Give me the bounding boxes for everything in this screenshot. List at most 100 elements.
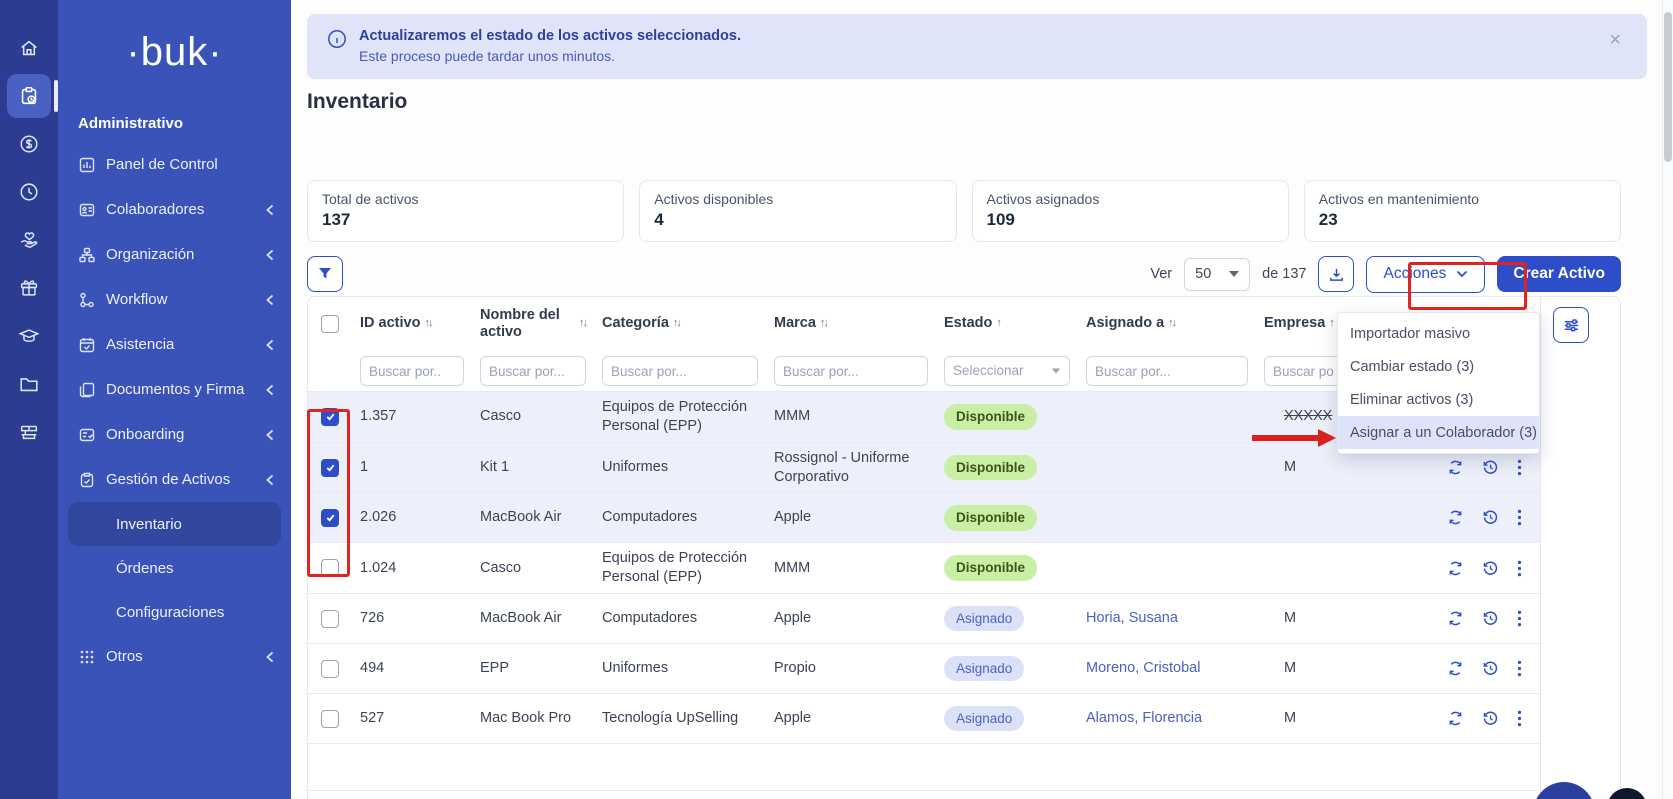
sort-icon[interactable]: ↑↓	[820, 317, 827, 330]
filter-marca-input[interactable]	[774, 356, 928, 386]
history-icon[interactable]	[1482, 509, 1499, 526]
history-icon[interactable]	[1482, 560, 1499, 577]
row-checkbox[interactable]	[321, 710, 339, 728]
table-row-partial	[308, 743, 1540, 791]
menu-item-importador-masivo[interactable]: Importador masivo	[1338, 317, 1539, 350]
sidebar-subitem-label: Órdenes	[116, 560, 174, 577]
download-button[interactable]	[1318, 256, 1354, 292]
col-header-marca[interactable]: Marca↑↓	[766, 315, 936, 332]
kebab-menu-icon[interactable]	[1517, 509, 1522, 526]
crear-activo-button[interactable]: Crear Activo	[1497, 256, 1621, 292]
sort-icon[interactable]: ↑↓	[673, 317, 680, 330]
acciones-button[interactable]: Acciones	[1366, 256, 1485, 293]
filter-nombre-input[interactable]	[480, 356, 586, 386]
filter-id-input[interactable]	[360, 356, 464, 386]
rail-item-culture[interactable]	[7, 266, 51, 310]
sidebar-subitem-configuraciones[interactable]: Configuraciones	[68, 590, 281, 634]
row-checkbox[interactable]	[321, 459, 339, 477]
col-header-categoria[interactable]: Categoría↑↓	[594, 315, 766, 332]
sort-icon[interactable]: ↑↓	[424, 317, 431, 330]
sidebar-subitem-ordenes[interactable]: Órdenes	[68, 546, 281, 590]
menu-item-asignar-colaborador[interactable]: Asignar a un Colaborador (3)	[1338, 416, 1539, 449]
rail-item-time[interactable]	[7, 170, 51, 214]
swap-refresh-icon[interactable]	[1447, 459, 1464, 476]
select-all-checkbox[interactable]	[321, 315, 339, 333]
swap-refresh-icon[interactable]	[1447, 660, 1464, 677]
rail-item-assets[interactable]	[7, 74, 51, 118]
sidebar-item-gestion-de-activos[interactable]: Gestión de Activos	[58, 457, 291, 502]
col-header-asignado[interactable]: Asignado a↑↓	[1078, 315, 1256, 332]
chevron-left-icon	[265, 429, 275, 441]
sidebar-item-label: Documentos y Firma	[106, 381, 265, 398]
rail-item-files[interactable]	[7, 362, 51, 406]
sidebar-subitem-inventario[interactable]: Inventario	[68, 502, 281, 546]
scrollbar-thumb[interactable]	[1664, 12, 1672, 162]
kebab-menu-icon[interactable]	[1517, 560, 1522, 577]
kebab-menu-icon[interactable]	[1517, 459, 1522, 476]
history-icon[interactable]	[1482, 660, 1499, 677]
sidebar-item-label: Gestión de Activos	[106, 471, 265, 488]
rail-item-marketplace[interactable]	[7, 410, 51, 454]
sidebar-subitem-label: Inventario	[116, 516, 182, 533]
page-size-select[interactable]: 50	[1184, 258, 1250, 291]
assignee-link[interactable]: Horia, Susana	[1086, 610, 1178, 626]
swap-refresh-icon[interactable]	[1447, 509, 1464, 526]
chevron-left-icon	[265, 294, 275, 306]
chevron-left-icon	[265, 204, 275, 216]
icon-rail	[0, 0, 58, 799]
table-row: 494 EPP Uniformes Propio Asignado Moreno…	[308, 643, 1540, 693]
row-checkbox[interactable]	[321, 610, 339, 628]
rail-item-home[interactable]	[7, 26, 51, 70]
sidebar-item-organizacion[interactable]: Organización	[58, 232, 291, 277]
kebab-menu-icon[interactable]	[1517, 610, 1522, 627]
sort-asc-icon[interactable]: ↑	[996, 317, 1000, 330]
rail-item-benefits[interactable]	[7, 218, 51, 262]
sidebar-item-asistencia[interactable]: Asistencia	[58, 322, 291, 367]
sidebar-item-panel-de-control[interactable]: Panel de Control	[58, 142, 291, 187]
sidebar-item-colaboradores[interactable]: Colaboradores	[58, 187, 291, 232]
row-checkbox[interactable]	[321, 660, 339, 678]
history-icon[interactable]	[1482, 610, 1499, 627]
close-icon[interactable]: ×	[1601, 26, 1629, 54]
sidebar-item-otros[interactable]: Otros	[58, 634, 291, 679]
filter-estado-select[interactable]: Seleccionar	[944, 356, 1070, 386]
swap-refresh-icon[interactable]	[1447, 560, 1464, 577]
cell-categoria: Tecnología UpSelling	[594, 703, 766, 734]
sort-icon[interactable]: ↑↓	[1168, 317, 1175, 330]
swap-refresh-icon[interactable]	[1447, 710, 1464, 727]
sort-icon[interactable]: ↑↓	[579, 317, 586, 330]
assignee-link[interactable]: Alamos, Florencia	[1086, 710, 1202, 726]
history-icon[interactable]	[1482, 459, 1499, 476]
stat-card-mantenimiento: Activos en mantenimiento 23	[1304, 180, 1621, 242]
filter-asignado-input[interactable]	[1086, 356, 1248, 386]
row-checkbox[interactable]	[321, 559, 339, 577]
sort-icon[interactable]: ↑	[1329, 317, 1333, 330]
menu-item-eliminar-activos[interactable]: Eliminar activos (3)	[1338, 383, 1539, 416]
swap-refresh-icon[interactable]	[1447, 610, 1464, 627]
assignee-link[interactable]: Moreno, Cristobal	[1086, 660, 1200, 676]
calendar-check-icon	[78, 336, 96, 354]
table-side-panel	[1540, 297, 1620, 799]
filter-button[interactable]	[307, 256, 343, 292]
sidebar-item-onboarding[interactable]: Onboarding	[58, 412, 291, 457]
history-icon[interactable]	[1482, 710, 1499, 727]
row-checkbox[interactable]	[321, 509, 339, 527]
stat-value: 4	[654, 210, 941, 230]
column-settings-button[interactable]	[1553, 307, 1589, 343]
row-checkbox[interactable]	[321, 408, 339, 426]
sidebar-item-workflow[interactable]: Workflow	[58, 277, 291, 322]
rail-item-talent[interactable]	[7, 314, 51, 358]
col-header-id-activo[interactable]: ID activo↑↓	[352, 315, 472, 332]
col-header-nombre[interactable]: Nombre del activo↑↓	[472, 307, 594, 342]
status-badge: Disponible	[944, 455, 1037, 481]
rail-item-payments[interactable]	[7, 122, 51, 166]
storefront-icon	[18, 421, 40, 443]
col-header-estado[interactable]: Estado↑	[936, 315, 1078, 332]
vertical-scrollbar[interactable]	[1662, 0, 1673, 799]
kebab-menu-icon[interactable]	[1517, 660, 1522, 677]
sidebar-item-documentos-y-firma[interactable]: Documentos y Firma	[58, 367, 291, 412]
cell-nombre: Mac Book Pro	[472, 703, 594, 734]
menu-item-cambiar-estado[interactable]: Cambiar estado (3)	[1338, 350, 1539, 383]
kebab-menu-icon[interactable]	[1517, 710, 1522, 727]
filter-categoria-input[interactable]	[602, 356, 758, 386]
